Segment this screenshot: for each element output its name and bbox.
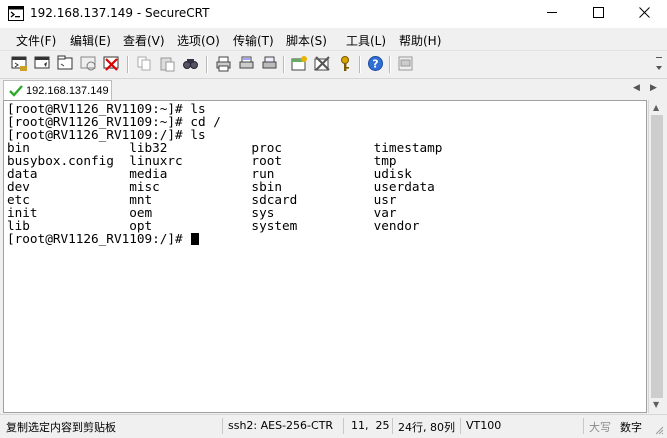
status-protocol: ssh2: AES-256-CTR: [228, 419, 334, 432]
quick-connect-icon: [34, 55, 51, 75]
terminal-scrollbar[interactable]: ▲ ▼: [648, 100, 666, 413]
sftp-icon: [397, 55, 414, 75]
keymap-button[interactable]: [336, 55, 355, 74]
securecrt-icon: [8, 6, 24, 21]
copy-icon: [136, 55, 153, 75]
terminal-cursor: [190, 233, 199, 245]
connect-in-tab-button[interactable]: [56, 55, 75, 74]
print-icon: [215, 55, 232, 75]
print-button[interactable]: [214, 55, 233, 74]
status-caps-lock: 大写: [589, 421, 611, 434]
status-bar: 复制选定内容到剪贴板 ssh2: AES-256-CTR 11, 25 24行,…: [0, 414, 667, 437]
toolbar-overflow[interactable]: [656, 57, 662, 73]
toolbar-separator: [127, 56, 129, 73]
session-tab[interactable]: 192.168.137.149: [3, 80, 112, 100]
connect-in-tab-icon: [57, 55, 74, 75]
toolbar-separator: [359, 56, 361, 73]
scrollbar-thumb[interactable]: [651, 115, 663, 398]
connect-button[interactable]: [10, 55, 29, 74]
session-options-icon: [291, 55, 308, 75]
status-num-lock: 数字: [620, 421, 642, 434]
close-button[interactable]: [621, 0, 667, 28]
status-cursor-position: 11, 25: [351, 419, 390, 432]
scroll-up-icon[interactable]: ▲: [653, 103, 659, 112]
print-setup-button[interactable]: [260, 55, 279, 74]
menu-tools[interactable]: 工具(L): [346, 32, 386, 49]
minimize-button[interactable]: [529, 0, 575, 28]
close-icon: [638, 7, 650, 21]
status-separator: [583, 418, 584, 434]
toolbar-separator: [283, 56, 285, 73]
status-message: 复制选定内容到剪贴板: [6, 421, 116, 434]
help-button[interactable]: ?: [366, 55, 385, 74]
connect-icon: [11, 55, 28, 75]
disconnect-button[interactable]: [102, 55, 121, 74]
maximize-button[interactable]: [575, 0, 621, 28]
tab-scroll-left-icon[interactable]: ◀: [633, 83, 640, 93]
paste-button[interactable]: [158, 55, 177, 74]
print-selection-button[interactable]: [237, 55, 256, 74]
sftp-button[interactable]: [396, 55, 415, 74]
copy-button[interactable]: [135, 55, 154, 74]
global-options-icon: [314, 55, 331, 75]
global-options-button[interactable]: [313, 55, 332, 74]
menu-options[interactable]: 选项(O): [177, 32, 220, 49]
status-terminal-size: 24行, 80列: [398, 421, 455, 434]
status-separator: [460, 418, 461, 434]
tab-scroll-right-icon[interactable]: ▶: [650, 83, 657, 93]
status-separator: [222, 418, 223, 434]
scroll-down-icon[interactable]: ▼: [653, 400, 659, 409]
print-setup-icon: [261, 55, 278, 75]
quick-connect-button[interactable]: [33, 55, 52, 74]
session-options-button[interactable]: [290, 55, 309, 74]
toolbar-separator: [389, 56, 391, 73]
svg-text:?: ?: [372, 57, 378, 70]
disconnect-icon: [103, 55, 120, 75]
find-button[interactable]: [181, 55, 200, 74]
menu-edit[interactable]: 编辑(E): [70, 32, 111, 49]
menu-transfer[interactable]: 传输(T): [233, 32, 274, 49]
session-tab-label: 192.168.137.149: [26, 85, 109, 97]
connected-check-icon: [9, 84, 23, 100]
minimize-icon: [546, 7, 558, 21]
menu-script[interactable]: 脚本(S): [286, 32, 327, 49]
terminal-line: [root@RV1126_RV1109:/]#: [7, 231, 191, 246]
paste-icon: [159, 55, 176, 75]
menu-bar: 文件(F) 编辑(E) 查看(V) 选项(O) 传输(T) 脚本(S) 工具(L…: [0, 28, 667, 50]
title-bar: 192.168.137.149 - SecureCRT: [0, 0, 667, 28]
keymap-icon: [337, 55, 354, 75]
status-separator: [343, 418, 344, 434]
maximize-icon: [592, 7, 604, 21]
menu-view[interactable]: 查看(V): [123, 32, 165, 49]
session-tab-bar: 192.168.137.149 ◀ ▶: [0, 78, 667, 101]
menu-help[interactable]: 帮助(H): [399, 32, 441, 49]
reconnect-icon: [80, 55, 97, 75]
status-emulation: VT100: [466, 419, 502, 432]
toolbar-separator: [206, 56, 208, 73]
status-separator: [392, 418, 393, 434]
find-icon: [182, 55, 199, 75]
toolbar: ?: [0, 50, 667, 79]
reconnect-button[interactable]: [79, 55, 98, 74]
print-selection-icon: [238, 55, 255, 75]
terminal-view[interactable]: [root@RV1126_RV1109:~]# ls [root@RV1126_R…: [3, 100, 647, 413]
help-icon: ?: [367, 55, 384, 75]
menu-file[interactable]: 文件(F): [16, 32, 56, 49]
window-title: 192.168.137.149 - SecureCRT: [30, 6, 210, 20]
